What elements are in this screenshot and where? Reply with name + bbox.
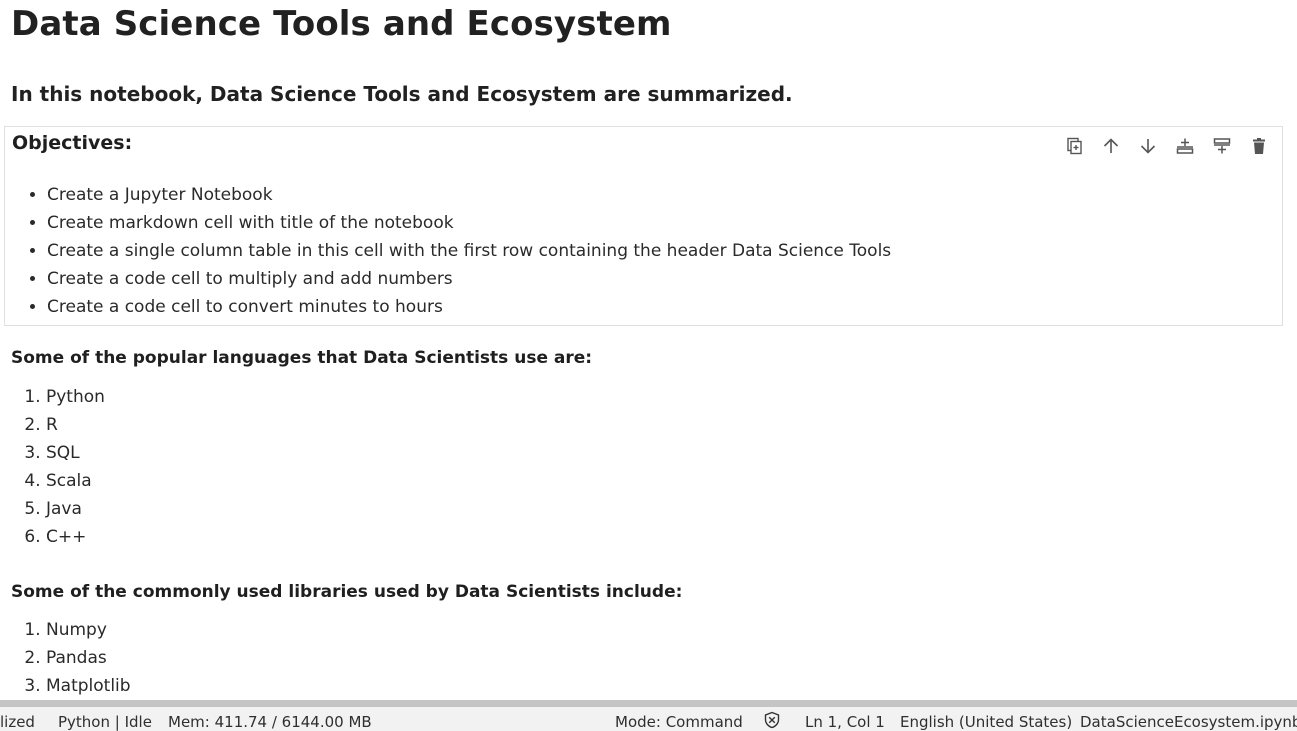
languages-heading: Some of the popular languages that Data …: [11, 348, 593, 368]
duplicate-icon: [1067, 137, 1082, 155]
list-item: Create a single column table in this cel…: [47, 237, 891, 265]
move-cell-up-button[interactable]: [1098, 133, 1124, 159]
duplicate-cell-button[interactable]: [1061, 133, 1087, 159]
cell-toolbar: [1061, 133, 1272, 159]
libraries-list: Numpy Pandas Matplotlib: [0, 616, 131, 700]
notebook-title: Data Science Tools and Ecosystem: [11, 4, 672, 44]
list-item: Numpy: [46, 616, 131, 644]
status-bar: lized Python | Idle Mem: 411.74 / 6144.0…: [0, 707, 1297, 731]
objectives-list: Create a Jupyter Notebook Create markdow…: [5, 181, 891, 321]
delete-cell-button[interactable]: [1246, 133, 1272, 159]
list-item: SQL: [46, 439, 105, 467]
list-item: Matplotlib: [46, 672, 131, 700]
move-down-icon: [1140, 139, 1156, 154]
filename-indicator: DataScienceEcosystem.ipynb: [1080, 713, 1297, 731]
languages-list: Python R SQL Scala Java C++: [0, 383, 105, 551]
status-truncated-text: lized: [0, 713, 35, 731]
list-item: R: [46, 411, 105, 439]
insert-cell-below-button[interactable]: [1209, 133, 1235, 159]
mode-indicator: Mode: Command: [615, 713, 743, 731]
cursor-position[interactable]: Ln 1, Col 1: [805, 713, 885, 731]
list-item: Python: [46, 383, 105, 411]
markdown-cell-objectives[interactable]: Objectives: • Create a Jupyter Notebook …: [4, 126, 1283, 326]
list-item: C++: [46, 523, 105, 551]
list-item: Pandas: [46, 644, 131, 672]
list-item: Create a code cell to convert minutes to…: [47, 293, 891, 321]
delete-icon: [1253, 138, 1265, 154]
insert-below-icon: [1213, 138, 1231, 154]
insert-cell-above-button[interactable]: [1172, 133, 1198, 159]
language-indicator[interactable]: English (United States): [900, 713, 1072, 731]
intro-text: In this notebook, Data Science Tools and…: [11, 82, 793, 106]
list-item: Create markdown cell with title of the n…: [47, 209, 891, 237]
horizontal-scrollbar[interactable]: [0, 700, 1297, 707]
objectives-heading: Objectives:: [12, 132, 133, 154]
memory-usage: Mem: 411.74 / 6144.00 MB: [168, 713, 372, 731]
list-item: Create a code cell to multiply and add n…: [47, 265, 891, 293]
kernel-status[interactable]: Python | Idle: [58, 713, 152, 731]
list-item: Scala: [46, 467, 105, 495]
list-item: Create a Jupyter Notebook: [47, 181, 891, 209]
insert-above-icon: [1176, 138, 1194, 154]
notebook-area: Data Science Tools and Ecosystem In this…: [0, 0, 1297, 700]
libraries-heading: Some of the commonly used libraries used…: [11, 582, 683, 602]
trust-shield-icon[interactable]: [763, 711, 781, 729]
list-item: Java: [46, 495, 105, 523]
move-up-icon: [1103, 138, 1119, 153]
move-cell-down-button[interactable]: [1135, 133, 1161, 159]
